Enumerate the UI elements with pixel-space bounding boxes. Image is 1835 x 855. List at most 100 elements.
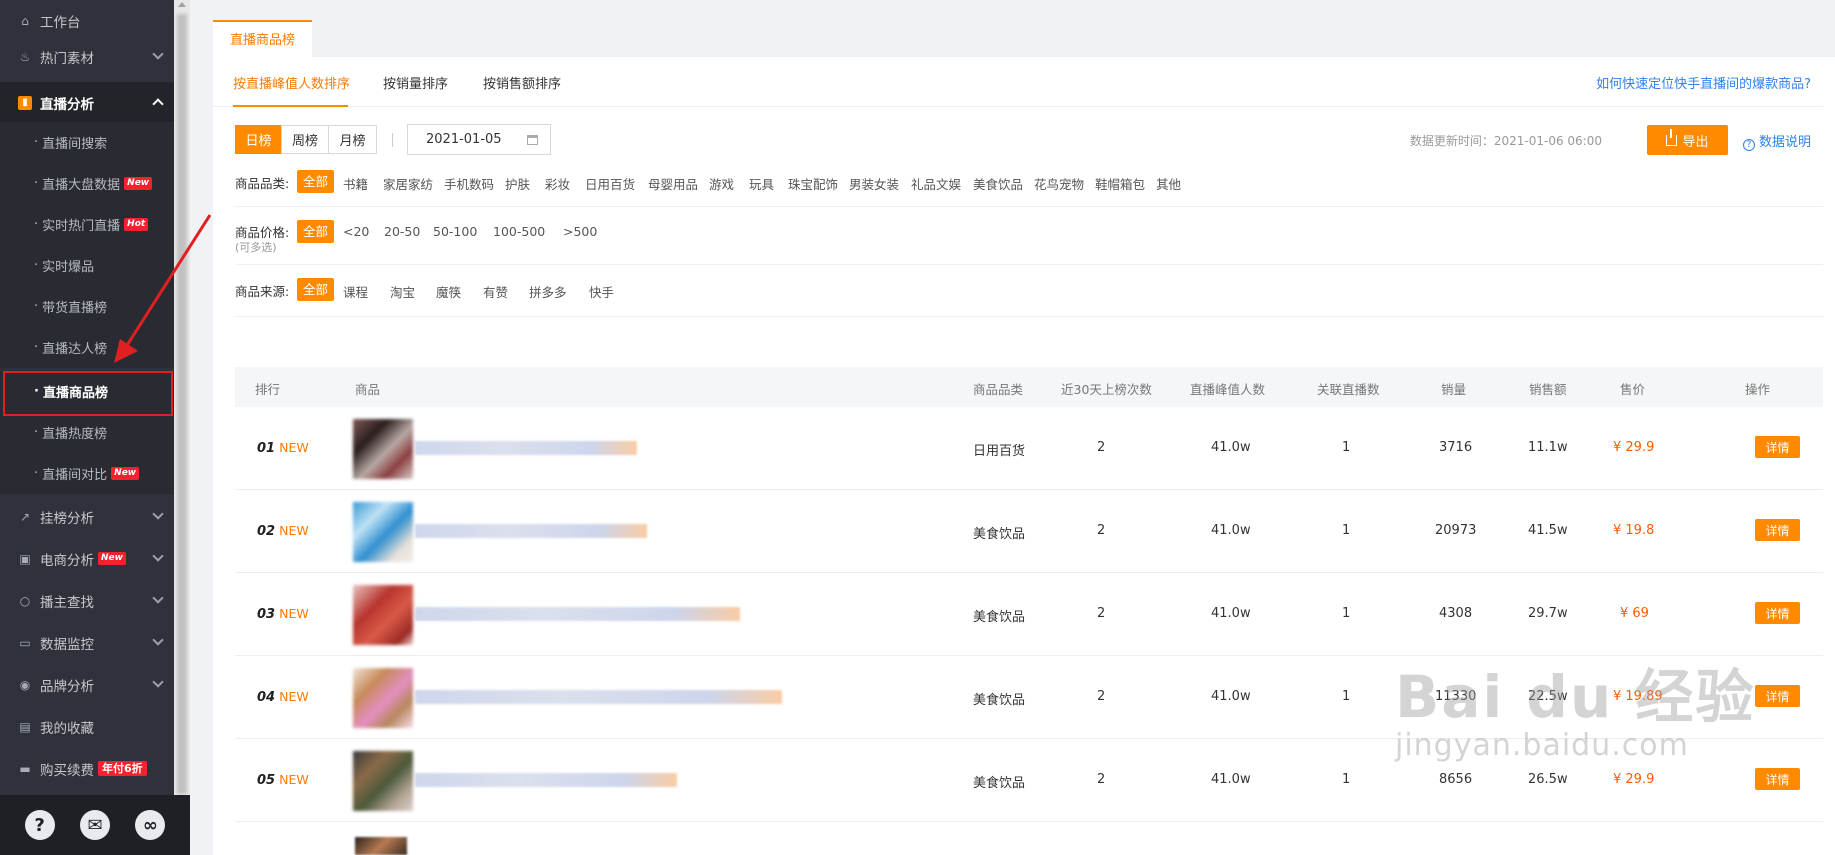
table-row[interactable]: 04 NEW 美食饮品 2 41.0w 1 11330 22.5w ¥ 19.89… xyxy=(235,656,1823,739)
category-cell: 美食饮品 xyxy=(973,776,1026,791)
tab-sort-revenue[interactable]: 按销售额排序 xyxy=(483,73,561,92)
source-option[interactable]: 魔筷 xyxy=(436,282,461,301)
price-option[interactable]: 全部 xyxy=(297,220,335,243)
nav-item-label: 热门素材 xyxy=(40,50,94,67)
sidebar-scrollbar[interactable] xyxy=(174,0,190,855)
nav-item-live-analysis[interactable]: ▮ 直播分析 xyxy=(0,82,174,123)
category-option[interactable]: 母婴用品 xyxy=(648,174,698,193)
link-icon[interactable]: ∞ xyxy=(135,810,166,840)
live-count-cell: 1 xyxy=(1342,772,1351,787)
times-cell: 2 xyxy=(1097,440,1106,455)
annotation-highlight-box xyxy=(3,371,173,416)
category-option[interactable]: 书籍 xyxy=(343,174,368,193)
category-option[interactable]: 手机数码 xyxy=(444,174,494,193)
live-count-cell: 1 xyxy=(1342,689,1351,704)
category-option[interactable]: 其他 xyxy=(1156,174,1181,193)
table-row[interactable]: 02 NEW 美食饮品 2 41.0w 1 20973 41.5w ¥ 19.8 … xyxy=(235,490,1823,573)
source-option[interactable]: 有赞 xyxy=(483,282,508,301)
data-description-label: 数据说明 xyxy=(1759,135,1812,150)
wechat-icon[interactable]: ✉ xyxy=(79,810,110,840)
detail-button[interactable]: 详情 xyxy=(1755,436,1800,458)
product-title-blurred[interactable] xyxy=(415,524,647,538)
sub-item-label: 直播达人榜 xyxy=(42,342,108,357)
category-option[interactable]: 彩妆 xyxy=(545,174,570,193)
period-day-button[interactable]: 日榜 xyxy=(235,125,282,154)
source-option[interactable]: 淘宝 xyxy=(390,282,415,301)
period-month-button[interactable]: 月榜 xyxy=(328,125,377,154)
nav-item-brand-analysis[interactable]: ◉ 品牌分析 xyxy=(0,664,174,705)
product-title-blurred[interactable] xyxy=(415,773,677,787)
brand-icon: ◉ xyxy=(19,677,31,692)
product-title-blurred[interactable] xyxy=(415,607,740,621)
detail-button[interactable]: 详情 xyxy=(1755,519,1800,541)
price-option[interactable]: 100-500 xyxy=(493,224,545,239)
category-option[interactable]: 珠宝配饰 xyxy=(788,174,838,193)
new-badge: New xyxy=(111,467,140,480)
period-week-button[interactable]: 周榜 xyxy=(281,125,329,154)
data-description-link[interactable]: ? 数据说明 xyxy=(1743,131,1811,151)
sidebar-item-live-compare[interactable]: · 直播间对比 New xyxy=(0,453,174,494)
table-row[interactable]: 05 NEW 美食饮品 2 41.0w 1 8656 26.5w ¥ 29.9 详… xyxy=(235,739,1823,822)
help-link[interactable]: 如何快速定位快手直播间的爆款商品? xyxy=(1596,73,1811,92)
sidebar-item-live-search[interactable]: · 直播间搜索 xyxy=(0,122,174,163)
detail-button[interactable]: 详情 xyxy=(1755,602,1800,624)
category-option[interactable]: 全部 xyxy=(297,170,335,193)
source-option[interactable]: 拼多多 xyxy=(529,282,567,301)
date-picker[interactable]: 2021-01-05 xyxy=(407,124,551,155)
detail-button[interactable]: 详情 xyxy=(1755,768,1800,790)
category-option[interactable]: 日用百货 xyxy=(585,174,635,193)
column-header: 售价 xyxy=(1620,382,1646,397)
scrollbar-thumb[interactable] xyxy=(177,14,187,794)
help-icon[interactable]: ? xyxy=(24,810,55,840)
peak-cell: 41.0w xyxy=(1211,523,1251,538)
category-option[interactable]: 美食饮品 xyxy=(973,174,1023,193)
source-option[interactable]: 全部 xyxy=(297,278,335,301)
trend-icon: ↗ xyxy=(19,509,31,524)
price-option[interactable]: <20 xyxy=(343,224,369,239)
nav-item-ecommerce-analysis[interactable]: ▣ 电商分析 New xyxy=(0,538,174,579)
active-tab-underline xyxy=(233,105,348,107)
column-header: 直播峰值人数 xyxy=(1190,382,1266,397)
tab-sort-sales[interactable]: 按销量排序 xyxy=(383,73,448,92)
product-title-blurred[interactable] xyxy=(415,690,782,704)
category-option[interactable]: 玩具 xyxy=(749,174,774,193)
table-row[interactable]: 01 NEW 日用百货 2 41.0w 1 3716 11.1w ¥ 29.9 详… xyxy=(235,407,1823,490)
nav-item-anchor-search[interactable]: ○ 播主查找 xyxy=(0,580,174,621)
times-cell: 2 xyxy=(1097,523,1106,538)
category-option[interactable]: 礼品文娱 xyxy=(911,174,961,193)
price-option[interactable]: >500 xyxy=(563,224,597,239)
tab-live-product-rank[interactable]: 直播商品榜 xyxy=(213,20,313,57)
sidebar-item-live-heat-rank[interactable]: · 直播热度榜 xyxy=(0,412,174,453)
tab-sort-peak[interactable]: 按直播峰值人数排序 xyxy=(233,73,350,92)
fire-icon: ♨ xyxy=(19,49,31,64)
nav-item-rank-analysis[interactable]: ↗ 挂榜分析 xyxy=(0,496,174,537)
price-option[interactable]: 20-50 xyxy=(384,224,420,239)
category-option[interactable]: 游戏 xyxy=(709,174,734,193)
source-option[interactable]: 课程 xyxy=(343,282,368,301)
nav-item-workbench[interactable]: ⌂ 工作台 xyxy=(0,0,174,41)
source-option[interactable]: 快手 xyxy=(589,282,614,301)
product-thumbnail xyxy=(353,502,413,562)
category-option[interactable]: 花鸟宠物 xyxy=(1034,174,1084,193)
sub-item-label: 带货直播榜 xyxy=(42,301,108,316)
price-option[interactable]: 50-100 xyxy=(433,224,477,239)
export-button[interactable]: 导出 xyxy=(1647,125,1728,155)
detail-button[interactable]: 详情 xyxy=(1755,685,1800,707)
nav-item-data-monitor[interactable]: ▭ 数据监控 xyxy=(0,622,174,663)
nav-item-label: 挂榜分析 xyxy=(40,510,94,527)
category-cell: 美食饮品 xyxy=(973,610,1026,625)
sidebar-item-live-market[interactable]: · 直播大盘数据 New xyxy=(0,163,174,204)
nav-item-my-collection[interactable]: ▤ 我的收藏 xyxy=(0,706,174,747)
nav-item-purchase[interactable]: ▬ 购买续费 年付6折 xyxy=(0,748,174,789)
nav-item-hot-material[interactable]: ♨ 热门素材 xyxy=(0,36,174,77)
sales-cell: 8656 xyxy=(1439,772,1473,787)
category-option[interactable]: 家居家纺 xyxy=(383,174,433,193)
table-row[interactable]: 03 NEW 美食饮品 2 41.0w 1 4308 29.7w ¥ 69 详情 xyxy=(235,573,1823,656)
category-option[interactable]: 护肤 xyxy=(505,174,530,193)
scroll-up-icon[interactable] xyxy=(178,2,186,7)
update-time: 数据更新时间：2021-01-06 06:00 xyxy=(1409,134,1602,148)
category-option[interactable]: 鞋帽箱包 xyxy=(1095,174,1145,193)
category-option[interactable]: 男装女装 xyxy=(849,174,899,193)
product-title-blurred[interactable] xyxy=(415,441,637,455)
sub-item-label: 直播间搜索 xyxy=(42,137,108,152)
